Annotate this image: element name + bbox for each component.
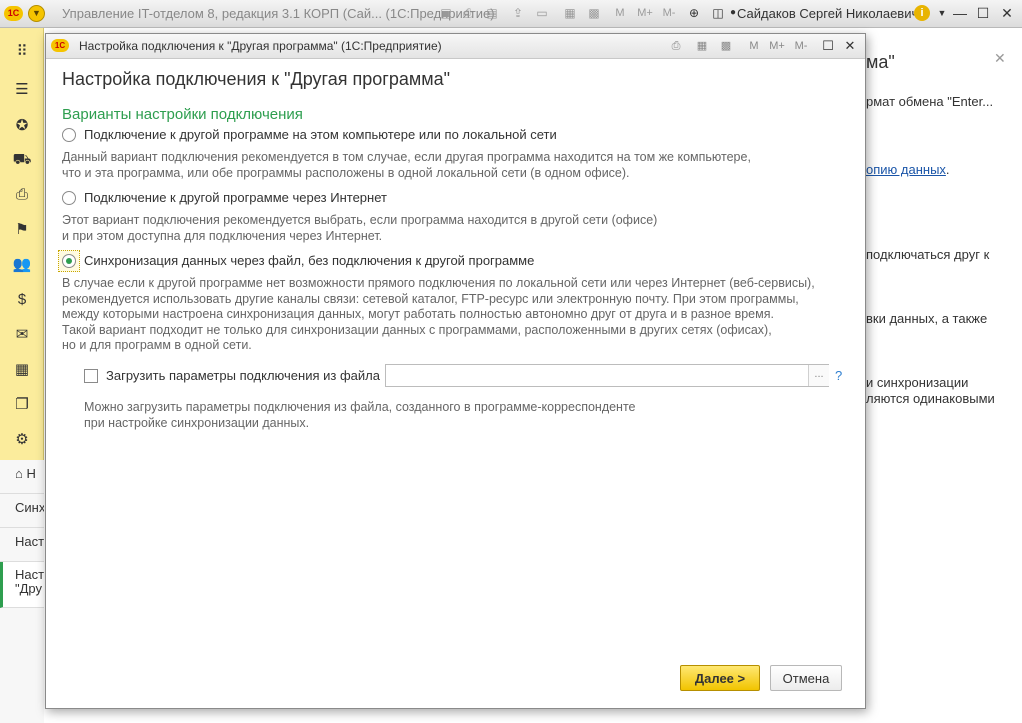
bg-text-format: рмат обмена "Enter... (866, 94, 994, 109)
chevron-down-icon[interactable]: ▼ (934, 5, 950, 21)
preview-icon[interactable]: ▤ (484, 5, 500, 21)
close-icon[interactable]: ✕ (994, 50, 1006, 67)
calculator-icon[interactable]: ▦ (694, 38, 710, 54)
bg-text-same: ляются одинаковыми (866, 391, 995, 406)
dialog-titlebar: 1С Настройка подключения к "Другая прогр… (46, 34, 865, 59)
connection-settings-dialog: 1С Настройка подключения к "Другая прогр… (45, 33, 866, 709)
radio-local-network[interactable] (62, 128, 76, 142)
option-description: Этот вариант подключения рекомендуется в… (62, 213, 658, 243)
envelope-icon[interactable]: ✉ (12, 325, 32, 345)
next-button[interactable]: Далее > (680, 665, 760, 691)
panel-toggle-icon[interactable]: ◫ (710, 5, 726, 21)
memory-minus-icon[interactable]: M- (790, 38, 812, 54)
main-window-title: Управление IT-отделом 8, редакция 3.1 КО… (62, 6, 495, 21)
calculator-icon[interactable]: ▦ (562, 5, 578, 21)
flag-icon[interactable]: ⚑ (12, 220, 32, 240)
minimize-button[interactable]: — (950, 4, 970, 22)
bg-text-sync: и синхронизации (866, 375, 969, 390)
zoom-icon[interactable]: ⊕ (686, 5, 702, 21)
option-label[interactable]: Подключение к другой программе через Инт… (84, 190, 387, 205)
maximize-button[interactable]: ☐ (973, 4, 993, 22)
file-path-input[interactable] (385, 364, 829, 387)
main-titlebar: 1С ▼ Управление IT-отделом 8, редакция 3… (0, 0, 1022, 28)
cancel-button[interactable]: Отмена (770, 665, 842, 691)
apps-grid-icon[interactable]: ⠿ (12, 42, 32, 62)
dialog-window-title: Настройка подключения к "Другая программ… (79, 39, 442, 53)
open-window-connection-settings[interactable]: Наст "Дру (0, 562, 44, 608)
option-description: Данный вариант подключения рекомендуется… (62, 150, 751, 180)
load-from-file-label[interactable]: Загрузить параметры подключения из файла (106, 368, 380, 383)
home-item[interactable]: ⌂ Н (0, 460, 44, 494)
app-logo-icon: 1С (4, 6, 23, 21)
option-description: В случае если к другой программе нет воз… (62, 276, 815, 352)
radio-internet[interactable] (62, 191, 76, 205)
main-menu-button[interactable]: ▼ (28, 5, 45, 22)
bg-text-data: вки данных, а также (866, 311, 988, 326)
bg-text-connect: подключаться друг к (866, 247, 990, 262)
home-icon: ⌂ (15, 466, 23, 481)
calendar-icon[interactable]: ▩ (718, 38, 734, 54)
money-bag-icon[interactable]: $ (12, 290, 32, 310)
calendar-icon[interactable]: ▦ (12, 360, 32, 380)
option-label[interactable]: Подключение к другой программе на этом к… (84, 127, 557, 142)
printer-icon[interactable]: ⎙ (460, 5, 476, 21)
browse-button[interactable]: ... (808, 365, 829, 386)
gear-icon[interactable]: ⚙ (12, 430, 32, 450)
support-icon[interactable]: ✪ (12, 116, 32, 136)
truck-icon[interactable]: ⛟ (12, 150, 32, 170)
users-icon[interactable]: 👥 (12, 255, 32, 275)
memory-icon[interactable]: M (746, 38, 762, 54)
radio-file-sync[interactable] (62, 254, 76, 268)
info-icon[interactable]: i (914, 5, 930, 21)
sections-panel: ⠿ ☰ ✪ ⛟ ⎙ ⚑ 👥 $ ✉ ▦ ❐ ⚙ (0, 28, 44, 460)
app-logo-icon: 1С (51, 39, 69, 52)
memory-plus-icon[interactable]: M+ (634, 5, 656, 21)
document-icon[interactable]: ▭ (534, 5, 550, 21)
maximize-button[interactable]: ☐ (820, 38, 836, 54)
menu-icon[interactable]: ☰ (12, 80, 32, 100)
close-button[interactable]: ✕ (842, 38, 858, 54)
upload-icon[interactable]: ⇪ (510, 5, 526, 21)
printer-icon[interactable]: ⎙ (668, 38, 684, 54)
bg-link[interactable]: опию данных (866, 162, 946, 177)
help-icon[interactable]: ? (835, 368, 842, 383)
save-icon[interactable]: ▣ (438, 5, 454, 21)
memory-icon[interactable]: M (612, 5, 628, 21)
bg-link-line: опию данных. (866, 162, 950, 177)
memory-plus-icon[interactable]: M+ (766, 38, 788, 54)
close-button[interactable]: ✕ (997, 4, 1017, 22)
open-window-settings[interactable]: Наст (0, 528, 44, 562)
load-from-file-description: Можно загрузить параметры подключения из… (84, 400, 636, 430)
printer-icon[interactable]: ⎙ (12, 185, 32, 205)
section-title: Варианты настройки подключения (62, 106, 303, 123)
current-user[interactable]: Сайдаков Сергей Николаевич (737, 6, 918, 21)
calendar-icon[interactable]: ▩ (586, 5, 602, 21)
option-label[interactable]: Синхронизация данных через файл, без под… (84, 253, 534, 268)
bg-heading: ма" (866, 52, 895, 72)
load-from-file-checkbox[interactable] (84, 369, 98, 383)
dialog-heading: Настройка подключения к "Другая программ… (62, 69, 450, 89)
open-windows-list: ⌂ Н Синх Наст Наст "Дру (0, 460, 44, 723)
documents-icon[interactable]: ❐ (12, 395, 32, 415)
memory-minus-icon[interactable]: M- (658, 5, 680, 21)
open-window-sync[interactable]: Синх (0, 494, 44, 528)
